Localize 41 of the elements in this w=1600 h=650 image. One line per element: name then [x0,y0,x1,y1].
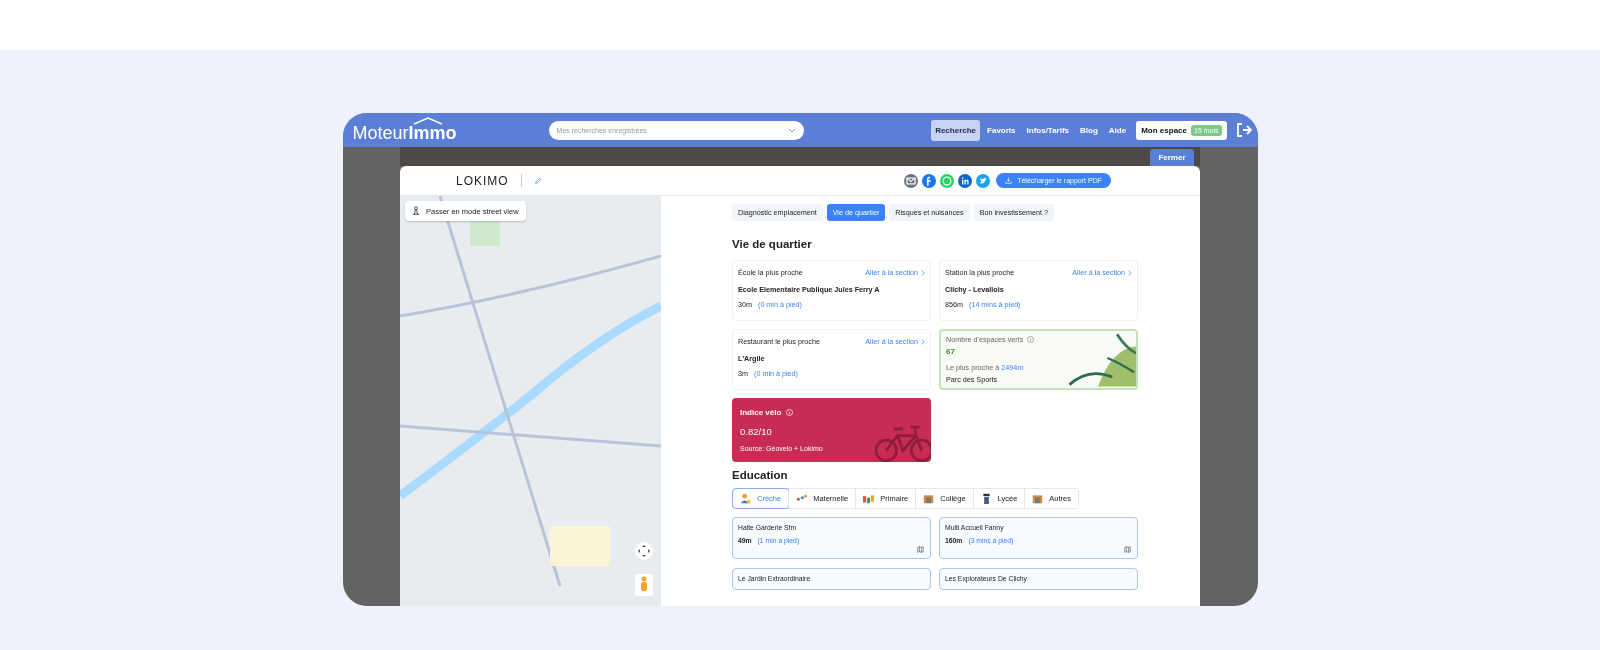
info-icon [1027,336,1035,343]
section-title: Education [732,469,789,481]
info-icon [786,409,794,416]
bike-index-value: 0.82/10 [740,426,773,437]
lokimo-logo: LOKIMO [456,173,509,188]
pencil-icon[interactable] [533,176,542,185]
bicycle-icon [875,424,931,462]
nav-link[interactable]: Favoris [983,119,1020,141]
person-icon [412,206,420,216]
school-building-icon [1032,493,1044,504]
email-icon[interactable] [904,173,919,188]
graduate-icon [980,493,992,504]
chevron-down-icon [787,127,796,133]
child-icon [740,493,751,504]
chevron-right-icon [921,338,925,345]
pegman-icon[interactable] [635,574,653,596]
facebook-icon[interactable] [922,173,937,188]
nav-link[interactable]: Infos/Tarifs [1022,119,1074,141]
section-title: Vie de quartier [732,238,813,250]
nav-link[interactable]: Aide [1104,119,1131,141]
bike-index-title: Indice vélo [740,408,782,417]
nav-link[interactable]: Recherche [931,119,981,141]
twitter-icon[interactable] [976,173,991,188]
close-button[interactable]: Fermer [1150,149,1194,166]
download-icon [1005,177,1013,184]
school-building-icon [923,493,935,504]
chevron-right-icon [921,269,925,276]
roof-icon [412,117,443,125]
nav-link[interactable]: Blog [1076,119,1102,141]
map-icon [1124,546,1131,553]
numbers-icon [863,493,875,504]
map-icon [917,546,924,553]
blocks-icon [796,493,808,504]
account-label: Mon espace [1141,125,1187,135]
recenter-icon[interactable] [635,542,653,560]
logo-text-bold: Immo [408,123,457,143]
parks-count: 67 [946,347,956,356]
chevron-right-icon [1128,269,1132,276]
logo-text: Moteur [352,124,409,142]
linkedin-icon[interactable] [958,173,973,188]
logout-icon[interactable] [1235,122,1252,138]
